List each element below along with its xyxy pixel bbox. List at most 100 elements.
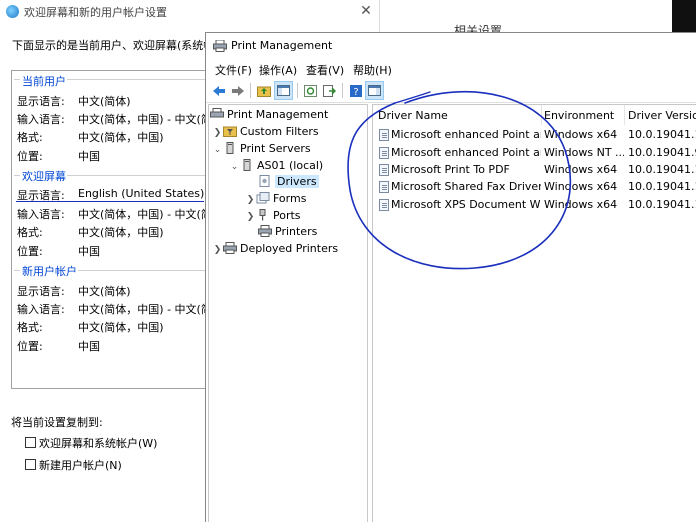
group-divider: [78, 270, 206, 271]
up-folder-button[interactable]: [254, 81, 273, 100]
column-divider[interactable]: [624, 105, 625, 125]
tree-item-as01-local[interactable]: ⌄ AS01 (local): [229, 158, 323, 174]
row-label: 格式:: [17, 321, 43, 334]
driver-environment: Windows NT ...: [544, 146, 624, 159]
server-icon: [226, 142, 234, 154]
forward-button[interactable]: [228, 81, 247, 100]
new-user-account-checkbox[interactable]: 新建用户帐户(N): [25, 457, 122, 473]
chevron-right-icon[interactable]: ❯: [212, 242, 223, 258]
settings-description: 下面显示的是当前用户、欢迎屏幕(系统帐户): [12, 39, 230, 52]
menu-view[interactable]: 查看(V): [306, 62, 344, 78]
menu-file[interactable]: 文件(F): [215, 62, 252, 78]
refresh-button[interactable]: [301, 81, 320, 100]
driver-version: 10.0.19041.90: [628, 146, 696, 159]
row-label: 格式:: [17, 131, 43, 144]
driver-name: Microsoft Shared Fax Driver: [391, 180, 541, 193]
close-button[interactable]: ✕: [356, 2, 376, 20]
driver-file-icon: [379, 199, 389, 211]
row-value: 中文(简体): [78, 95, 131, 108]
row-value: 中文(简体，中国): [78, 226, 164, 239]
checkbox-box[interactable]: [25, 459, 36, 470]
tree-item-deployed-printers[interactable]: ❯ Deployed Printers: [212, 241, 338, 257]
toolbar-separator: [297, 83, 298, 98]
welcome-system-account-checkbox[interactable]: 欢迎屏幕和系统帐户(W): [25, 435, 157, 451]
group-title-welcome-screen: 欢迎屏幕: [22, 170, 66, 183]
group-divider: [14, 79, 20, 80]
chevron-right-icon[interactable]: ❯: [245, 209, 256, 225]
driver-file-icon: [379, 147, 389, 159]
copy-settings-label: 将当前设置复制到:: [11, 416, 103, 429]
table-row[interactable]: Microsoft XPS Document Wr... Windows x64…: [373, 196, 696, 213]
table-row[interactable]: Microsoft enhanced Point an... Windows x…: [373, 126, 696, 143]
folder-up-icon: [256, 86, 271, 97]
driver-name: Microsoft XPS Document Wr...: [391, 198, 541, 211]
driver-environment: Windows x64: [544, 198, 618, 211]
driver-environment: Windows x64: [544, 163, 618, 176]
tree-item-print-management[interactable]: Print Management: [210, 107, 328, 123]
server-icon: [243, 159, 251, 171]
chevron-down-icon[interactable]: ⌄: [229, 159, 240, 175]
row-value: 中国: [78, 150, 100, 163]
refresh-icon: [304, 84, 317, 97]
back-button[interactable]: [209, 81, 228, 100]
chevron-down-icon[interactable]: ⌄: [212, 142, 223, 158]
tree-item-printers[interactable]: Printers: [258, 224, 317, 240]
driver-name: Microsoft enhanced Point an...: [391, 146, 541, 159]
tree-item-custom-filters[interactable]: ❯ Custom Filters: [212, 124, 319, 140]
checkbox-label: 欢迎屏幕和系统帐户(W): [39, 437, 158, 450]
tree-item-forms[interactable]: ❯ Forms: [245, 191, 306, 207]
console-tree: Print Management ❯ Custom Filters ⌄ Print …: [208, 104, 368, 522]
print-management-titlebar: Print Management: [206, 33, 696, 59]
printer-icon: [223, 242, 237, 254]
export-list-button[interactable]: [320, 81, 339, 100]
driver-file-icon: [379, 181, 389, 193]
row-value: 中文(简体，中国): [78, 131, 164, 144]
chevron-right-icon[interactable]: ❯: [245, 192, 256, 208]
welcome-settings-title: 欢迎屏幕和新的用户帐户设置: [24, 6, 167, 19]
driver-name: Microsoft enhanced Point an...: [391, 128, 541, 141]
tree-item-print-servers[interactable]: ⌄ Print Servers: [212, 141, 311, 157]
column-header-driver-name[interactable]: Driver Name: [378, 107, 448, 125]
column-header-environment[interactable]: Environment: [544, 107, 614, 125]
print-management-title: Print Management: [231, 39, 333, 52]
row-value: English (United States): [78, 187, 205, 200]
show-hide-tree-button[interactable]: [274, 81, 293, 100]
show-hide-action-pane-button[interactable]: [365, 81, 384, 100]
table-row[interactable]: Microsoft Shared Fax Driver Windows x64 …: [373, 178, 696, 195]
svg-text:?: ?: [353, 87, 358, 97]
help-icon: ?: [349, 84, 362, 97]
driver-environment: Windows x64: [544, 128, 618, 141]
row-label: 位置:: [17, 340, 43, 353]
printer-icon: [210, 108, 224, 118]
tree-label: Print Management: [227, 108, 329, 121]
menu-action[interactable]: 操作(A): [259, 62, 297, 78]
tree-label: AS01 (local): [257, 159, 324, 172]
group-title-new-user: 新用户帐户: [22, 265, 77, 278]
menu-help[interactable]: 帮助(H): [353, 62, 392, 78]
help-button[interactable]: ?: [346, 81, 365, 100]
driver-icon: [259, 175, 270, 187]
table-row[interactable]: Microsoft enhanced Point an... Windows N…: [373, 144, 696, 161]
tree-item-ports[interactable]: ❯ Ports: [245, 208, 301, 224]
driver-version: 10.0.19041.1: [628, 163, 696, 176]
row-label: 位置:: [17, 150, 43, 163]
driver-file-icon: [379, 129, 389, 141]
tree-item-drivers[interactable]: Drivers: [258, 174, 319, 190]
filter-folder-icon: [223, 126, 237, 137]
printer-icon: [213, 40, 227, 52]
row-label: 输入语言:: [17, 113, 65, 126]
forms-icon: [256, 192, 270, 204]
row-label: 输入语言:: [17, 208, 65, 221]
column-divider[interactable]: [541, 105, 542, 125]
row-value: 中国: [78, 245, 100, 258]
table-row[interactable]: Microsoft Print To PDF Windows x64 10.0.…: [373, 161, 696, 178]
port-icon: [259, 209, 266, 221]
chevron-right-icon[interactable]: ❯: [212, 125, 223, 141]
toolbar-separator: [342, 83, 343, 98]
row-value: 中国: [78, 340, 100, 353]
column-header-driver-version[interactable]: Driver Version: [628, 107, 696, 125]
toolbar: ?: [206, 79, 696, 103]
tree-label: Drivers: [275, 175, 319, 188]
checkbox-box[interactable]: [25, 437, 36, 448]
export-icon: [323, 84, 336, 97]
